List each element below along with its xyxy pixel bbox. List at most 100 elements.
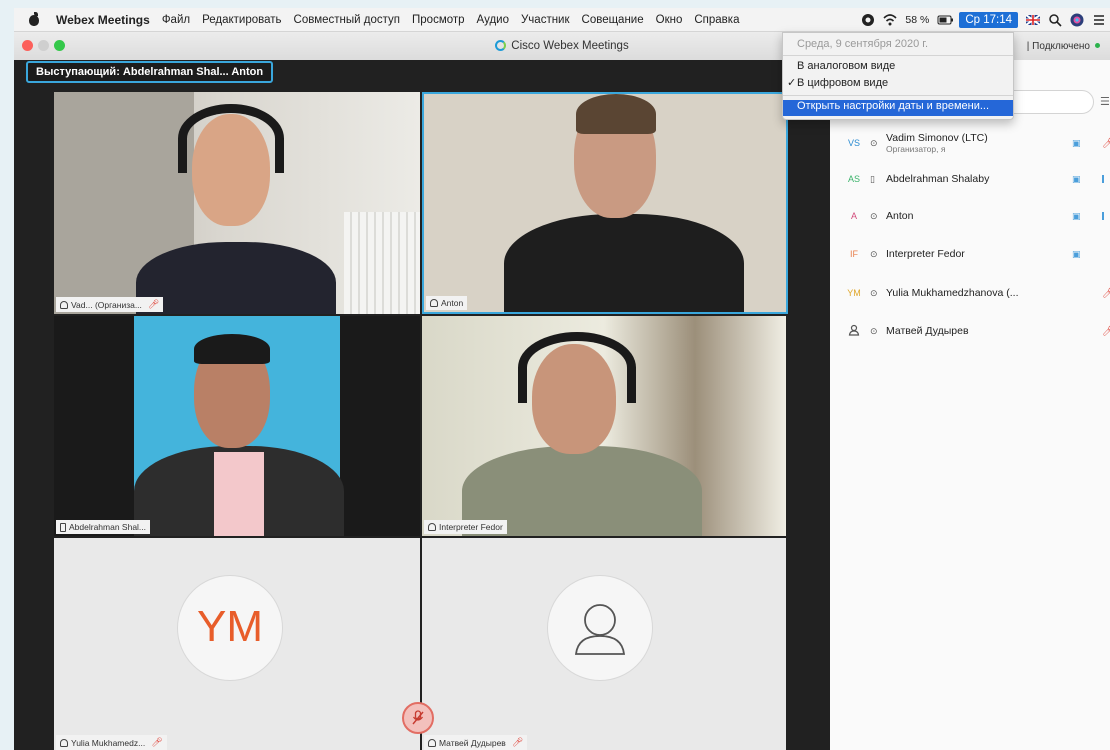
avatar-tile-matvey[interactable]: Матвей Дудырев 🎤︎: [422, 538, 786, 750]
headset-icon: [430, 299, 438, 307]
participant-row[interactable]: A ⊙ Anton ▣: [846, 205, 1110, 227]
menu-window[interactable]: Окно: [656, 14, 683, 26]
headset-icon: [428, 738, 436, 747]
menu-app-name[interactable]: Webex Meetings: [56, 13, 150, 27]
participant-row[interactable]: ⊙ Матвей Дудырев 🎤︎: [846, 320, 1110, 342]
tile-name: Interpreter Fedor: [439, 522, 503, 532]
video-tile-vadim[interactable]: Vad... (Организа... 🎤︎: [54, 92, 420, 314]
avatar: YM: [178, 576, 282, 680]
user-placeholder-icon: [574, 604, 626, 655]
tile-name: Vad... (Организа...: [71, 299, 142, 310]
menu-meeting[interactable]: Совещание: [582, 14, 644, 26]
speaker-prefix: Выступающий:: [36, 66, 120, 78]
connection-status: | Подключено: [1027, 41, 1100, 52]
open-date-time-settings-label: Открыть настройки даты и времени...: [797, 100, 990, 112]
participant-name: Yulia Mukhamedzhanova (...: [886, 287, 1019, 299]
video-tile-fedor[interactable]: Interpreter Fedor: [422, 316, 786, 536]
headset-icon: ⊙: [870, 325, 878, 336]
menu-share[interactable]: Совместный доступ: [294, 14, 400, 26]
uk-flag-icon[interactable]: [1025, 13, 1041, 27]
menu-bar: Webex Meetings Файл Редактировать Совмес…: [14, 8, 1110, 32]
participant-role: Организатор, я: [886, 144, 946, 154]
siri-icon[interactable]: [1070, 13, 1084, 27]
participant-row[interactable]: AS ▯ Abdelrahman Shalaby ▣: [846, 168, 1110, 190]
participant-row[interactable]: YM ⊙ Yulia Mukhamedzhanova (... 🎤︎: [846, 282, 1110, 304]
headset-icon: [60, 738, 68, 747]
menu-view[interactable]: Просмотр: [412, 14, 465, 26]
list-options-icon[interactable]: ☰: [1100, 95, 1110, 108]
clock-digital-option[interactable]: ✓В цифровом виде: [783, 76, 1013, 92]
video-stage: Выступающий: Abdelrahman Shal... Anton V…: [14, 60, 830, 750]
tile-name: Anton: [441, 298, 464, 308]
participants-panel: ☰ VS ⊙ Vadim Simonov (LTC) Организатор, …: [830, 60, 1110, 750]
clock-dropdown-menu: Среда, 9 сентября 2020 г. В аналоговом в…: [782, 32, 1014, 120]
tile-label: Yulia Mukhamedz... 🎤︎: [56, 735, 167, 750]
tile-label: Матвей Дудырев 🎤︎: [424, 735, 528, 750]
muted-mic-icon: 🎤︎: [147, 299, 160, 309]
video-tile-anton[interactable]: Anton: [422, 92, 788, 314]
participant-initials: A: [850, 211, 857, 221]
avatar-initials: YM: [197, 602, 263, 651]
connection-status-text: Подключено: [1032, 41, 1090, 52]
tile-label: Vad... (Организа... 🎤︎: [56, 297, 164, 312]
active-speaker-banner: Выступающий: Abdelrahman Shal... Anton: [26, 61, 274, 83]
headset-icon: [428, 523, 436, 531]
webex-status-icon[interactable]: [861, 13, 875, 27]
participant-name-block: Vadim Simonov (LTC) Организатор, я: [886, 132, 988, 154]
notification-center-icon[interactable]: [1092, 13, 1106, 27]
muted-mic-icon[interactable]: 🎤︎: [1102, 326, 1110, 337]
clock-analog-label: В аналоговом виде: [797, 60, 896, 72]
webex-logo-icon: [495, 40, 507, 51]
participant-name: Vadim Simonov (LTC): [886, 132, 988, 144]
speaker-names: Abdelrahman Shal... Anton: [122, 66, 264, 78]
participant-name: Abdelrahman Shalaby: [886, 173, 990, 185]
participant-name: Матвей Дудырев: [886, 325, 969, 337]
menu-help[interactable]: Справка: [694, 14, 739, 26]
avatar: [548, 576, 652, 680]
menu-audio[interactable]: Аудио: [477, 14, 509, 26]
video-on-icon: ▣: [1072, 248, 1081, 259]
checkmark-icon: ✓: [787, 77, 797, 89]
muted-mic-icon: 🎤︎: [511, 737, 524, 747]
muted-mic-icon[interactable]: 🎤︎: [1102, 138, 1110, 149]
phone-icon: [60, 522, 66, 532]
avatar-tile-yulia[interactable]: YM Yulia Mukhamedz... 🎤︎: [54, 538, 420, 750]
battery-icon[interactable]: [937, 13, 954, 27]
audio-level-icon: [1102, 212, 1104, 220]
menubar-clock[interactable]: Ср 17:14: [959, 12, 1018, 28]
video-on-icon: ▣: [1072, 173, 1081, 184]
video-tile-abdelrahman[interactable]: Abdelrahman Shal...: [54, 316, 420, 536]
video-on-icon: ▣: [1072, 137, 1081, 148]
battery-percent[interactable]: 58 %: [905, 14, 929, 26]
participant-initials: VS: [847, 138, 860, 148]
menu-file[interactable]: Файл: [162, 14, 190, 26]
user-placeholder-icon: [846, 324, 862, 338]
mute-toggle-button[interactable]: [402, 702, 434, 734]
menu-edit[interactable]: Редактировать: [202, 14, 281, 26]
clock-analog-option[interactable]: В аналоговом виде: [783, 60, 1013, 76]
participant-name: Interpreter Fedor: [886, 248, 965, 260]
participant-name: Anton: [886, 210, 914, 222]
participant-initials: AS: [847, 174, 860, 184]
open-date-time-settings[interactable]: Открыть настройки даты и времени...: [783, 100, 1013, 116]
participant-row[interactable]: VS ⊙ Vadim Simonov (LTC) Организатор, я …: [846, 132, 1110, 154]
apple-icon[interactable]: [28, 11, 40, 27]
connection-dot-icon: [1095, 43, 1100, 48]
tile-name: Yulia Mukhamedz...: [71, 737, 146, 748]
participant-row[interactable]: IF ⊙ Interpreter Fedor ▣: [846, 243, 1110, 265]
window-title-text: Cisco Webex Meetings: [511, 40, 629, 52]
muted-mic-icon: 🎤︎: [151, 737, 163, 747]
tile-label: Anton: [426, 296, 468, 310]
participant-initials: YM: [847, 288, 861, 298]
phone-icon: ▯: [870, 173, 875, 184]
headset-icon: ⊙: [870, 248, 878, 259]
headset-icon: [60, 300, 68, 309]
wifi-icon[interactable]: [883, 13, 897, 27]
menu-participant[interactable]: Участник: [521, 14, 570, 26]
muted-mic-icon[interactable]: 🎤︎: [1102, 288, 1110, 299]
headset-icon: ⊙: [870, 137, 878, 148]
clock-menu-date: Среда, 9 сентября 2020 г.: [797, 38, 929, 50]
headset-icon: ⊙: [870, 287, 878, 298]
tile-label: Abdelrahman Shal...: [56, 520, 151, 534]
spotlight-search-icon[interactable]: [1048, 13, 1062, 27]
